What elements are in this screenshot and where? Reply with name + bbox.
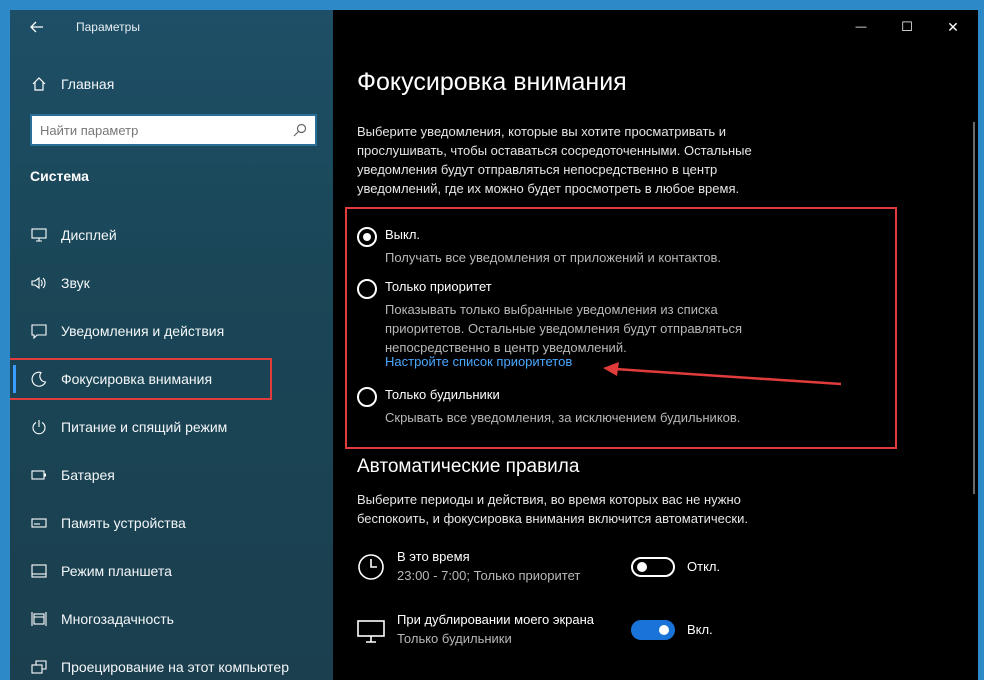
rule-subtitle: 23:00 - 7:00; Только приоритет [397, 568, 581, 583]
sidebar-item-notifications[interactable]: Уведомления и действия [10, 307, 333, 355]
rule-title: В это время [397, 549, 470, 564]
radio-button[interactable] [357, 279, 377, 299]
multitasking-icon [30, 610, 48, 628]
sidebar-item-label: Фокусировка внимания [61, 371, 213, 387]
back-arrow-icon [30, 21, 43, 33]
radio-description-line: Показывать только выбранные уведомления … [385, 302, 718, 317]
radio-description: Скрывать все уведомления, за исключением… [385, 408, 805, 427]
sidebar-item-label: Питание и спящий режим [61, 419, 228, 435]
maximize-icon: ☐ [901, 19, 913, 34]
priority-list-link[interactable]: Настройте список приоритетов [385, 354, 572, 369]
sidebar-item-label: Уведомления и действия [61, 323, 225, 339]
sidebar-item-tablet-mode[interactable]: Режим планшета [10, 547, 333, 595]
app-title: Параметры [76, 20, 140, 34]
scrollbar[interactable] [973, 122, 975, 494]
radio-description-line: Получать все уведомления от приложений и… [385, 250, 722, 265]
home-label: Главная [61, 76, 115, 92]
description-line: Выберите уведомления, которые вы хотите … [357, 124, 727, 139]
sidebar-item-label: Режим планшета [61, 563, 172, 579]
rule-subtitle: Только будильники [397, 631, 512, 646]
toggle-knob [659, 625, 669, 635]
rule-toggle[interactable] [631, 620, 675, 640]
auto-rules-description: Выберите периоды и действия, во время ко… [357, 490, 748, 528]
search-icon [293, 123, 307, 137]
rule-toggle[interactable] [631, 557, 675, 577]
annotation-arrow [603, 362, 842, 386]
description-line: Выберите периоды и действия, во время ко… [357, 492, 741, 507]
settings-window: Параметры Главная Система Дисплей [10, 10, 978, 680]
minimize-icon: — [855, 21, 867, 33]
section-title: Система [30, 168, 89, 184]
sidebar-item-home[interactable]: Главная [10, 68, 333, 100]
auto-rules-title: Автоматические правила [357, 456, 580, 477]
display-icon [30, 226, 48, 244]
notification-icon [30, 322, 48, 340]
page-description: Выберите уведомления, которые вы хотите … [357, 122, 752, 198]
sidebar-item-label: Проецирование на этот компьютер [61, 659, 289, 675]
rule-during-time[interactable]: В это время 23:00 - 7:00; Только приорит… [357, 547, 957, 587]
radio-button[interactable] [357, 227, 377, 247]
main-content: — ☐ ✕ Фокусировка внимания Выберите увед… [333, 10, 978, 680]
radio-description: Показывать только выбранные уведомления … [385, 300, 805, 357]
power-icon [30, 418, 48, 436]
sidebar-item-label: Дисплей [61, 227, 117, 243]
sidebar: Параметры Главная Система Дисплей [10, 10, 333, 680]
moon-icon [30, 370, 48, 388]
maximize-button[interactable]: ☐ [884, 10, 930, 44]
tablet-icon [30, 562, 48, 580]
sidebar-item-multitasking[interactable]: Многозадачность [10, 595, 333, 643]
home-icon [30, 75, 48, 93]
sidebar-item-projecting[interactable]: Проецирование на этот компьютер [10, 643, 333, 680]
sidebar-item-label: Память устройства [61, 515, 186, 531]
sidebar-item-label: Многозадачность [61, 611, 174, 627]
monitor-icon [357, 620, 385, 643]
page-title: Фокусировка внимания [357, 68, 627, 96]
nav-list: Дисплей Звук Уведомления и действия Фоку… [10, 211, 333, 680]
speaker-icon [30, 274, 48, 292]
search-input[interactable] [32, 117, 282, 143]
description-line: уведомления будут отправляться непосредс… [357, 162, 718, 177]
radio-label: Только приоритет [385, 279, 492, 294]
sidebar-item-sound[interactable]: Звук [10, 259, 333, 307]
radio-label: Только будильники [385, 387, 500, 402]
back-button[interactable] [26, 16, 48, 38]
rule-duplicating-display[interactable]: При дублировании моего экрана Только буд… [357, 610, 957, 650]
sidebar-item-focus-assist[interactable]: Фокусировка внимания [10, 355, 333, 403]
radio-label: Выкл. [385, 227, 421, 242]
close-button[interactable]: ✕ [930, 10, 976, 44]
radio-description-line: Скрывать все уведомления, за исключением… [385, 410, 741, 425]
sidebar-item-battery[interactable]: Батарея [10, 451, 333, 499]
toggle-state-label: Вкл. [687, 622, 713, 637]
rule-title: При дублировании моего экрана [397, 612, 595, 627]
minimize-button[interactable]: — [838, 10, 884, 44]
storage-icon [30, 514, 48, 532]
sidebar-item-storage[interactable]: Память устройства [10, 499, 333, 547]
toggle-state-label: Откл. [687, 559, 721, 574]
battery-icon [30, 466, 48, 484]
description-line: уведомлений, где их можно будет просмотр… [357, 181, 740, 196]
clock-icon [358, 554, 384, 580]
close-icon: ✕ [947, 18, 959, 35]
description-line: прослушивать, чтобы оставаться сосредото… [357, 143, 752, 158]
sidebar-item-label: Звук [61, 275, 90, 291]
search-box[interactable] [30, 114, 317, 146]
sidebar-item-label: Батарея [61, 467, 115, 483]
sidebar-item-power[interactable]: Питание и спящий режим [10, 403, 333, 451]
active-indicator [13, 365, 16, 393]
radio-button[interactable] [357, 387, 377, 407]
sidebar-item-display[interactable]: Дисплей [10, 211, 333, 259]
radio-description: Получать все уведомления от приложений и… [385, 248, 805, 267]
radio-description-line: приоритетов. Остальные уведомления будут… [385, 321, 743, 336]
description-line: беспокоить, и фокусировка внимания включ… [357, 511, 748, 526]
projecting-icon [30, 658, 48, 676]
toggle-knob [637, 562, 647, 572]
